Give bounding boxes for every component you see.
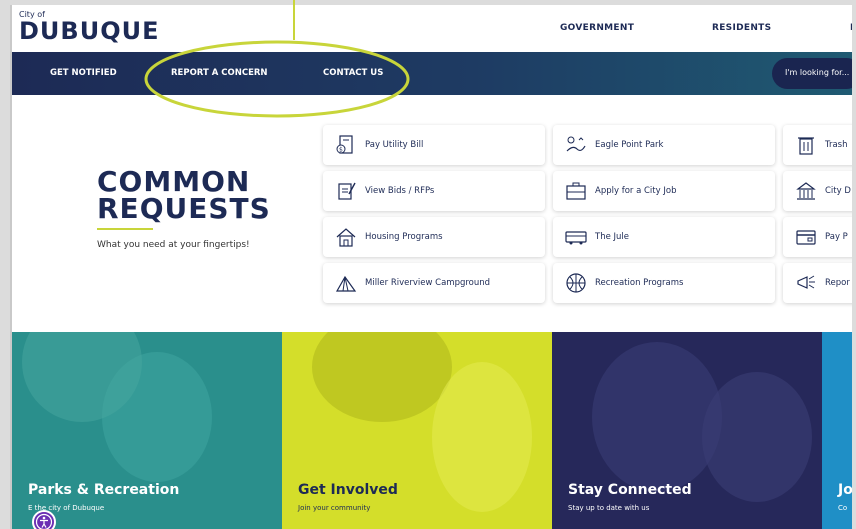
basketball-icon <box>566 273 586 293</box>
bus-icon <box>565 231 587 245</box>
promo-title: Jo <box>838 482 852 498</box>
photo-overlay <box>702 372 812 502</box>
svg-text:$: $ <box>339 147 343 154</box>
nav-more[interactable]: I <box>850 23 852 33</box>
promo-parks-recreation[interactable]: Parks & Recreation E the city of Dubuque <box>12 332 282 529</box>
promo-subtitle: Co <box>838 504 848 512</box>
card-eagle-point-park[interactable]: Eagle Point Park <box>553 125 775 165</box>
briefcase-icon <box>566 182 586 200</box>
title-underline <box>97 228 153 230</box>
browser-viewport: City of DUBUQUE GOVERNMENT RESIDENTS I G… <box>10 5 852 529</box>
promo-title: Parks & Recreation <box>28 482 180 498</box>
promo-subtitle: Join your community <box>298 504 371 512</box>
card-pay-utility-bill[interactable]: $ Pay Utility Bill <box>323 125 545 165</box>
logo-big-text: DUBUQUE <box>19 17 160 45</box>
card-recreation-programs[interactable]: Recreation Programs <box>553 263 775 303</box>
credit-card-icon <box>796 230 816 245</box>
card-pay-parking[interactable]: Pay P <box>783 217 852 257</box>
house-icon <box>336 228 356 247</box>
site-header: City of DUBUQUE GOVERNMENT RESIDENTS I <box>12 5 852 52</box>
bill-icon: $ <box>336 135 353 154</box>
card-view-bids[interactable]: View Bids / RFPs <box>323 171 545 211</box>
card-housing-programs[interactable]: Housing Programs <box>323 217 545 257</box>
photo-overlay <box>312 332 452 422</box>
common-requests-title: COMMON REQUESTS <box>97 165 271 225</box>
promo-subtitle: Stay up to date with us <box>568 504 650 512</box>
card-miller-riverview[interactable]: Miller Riverview Campground <box>323 263 545 303</box>
promo-jobs[interactable]: Jo Co <box>822 332 852 529</box>
get-notified-link[interactable]: GET NOTIFIED <box>50 68 117 78</box>
photo-overlay <box>432 362 532 512</box>
card-the-jule[interactable]: The Jule <box>553 217 775 257</box>
report-concern-link[interactable]: REPORT A CONCERN <box>171 68 268 78</box>
city-hall-icon <box>796 182 816 200</box>
document-pen-icon <box>338 182 356 200</box>
city-logo[interactable]: City of DUBUQUE <box>19 10 159 43</box>
common-requests-subtitle: What you need at your fingertips! <box>97 240 250 250</box>
megaphone-icon <box>797 275 815 289</box>
promo-get-involved[interactable]: Get Involved Join your community <box>282 332 552 529</box>
nav-government[interactable]: GOVERNMENT <box>560 23 634 33</box>
park-icon <box>566 136 586 152</box>
card-apply-city-job[interactable]: Apply for a City Job <box>553 171 775 211</box>
photo-overlay <box>592 342 722 492</box>
search-input[interactable]: I'm looking for... <box>772 58 852 89</box>
tent-icon <box>335 275 357 292</box>
promo-stay-connected[interactable]: Stay Connected Stay up to date with us <box>552 332 822 529</box>
accessibility-icon[interactable] <box>32 510 56 529</box>
promo-title: Stay Connected <box>568 482 692 498</box>
nav-residents[interactable]: RESIDENTS <box>712 23 771 33</box>
contact-us-link[interactable]: CONTACT US <box>323 68 383 78</box>
promo-title: Get Involved <box>298 482 398 498</box>
card-report[interactable]: Repor <box>783 263 852 303</box>
card-city-directory[interactable]: City D <box>783 171 852 211</box>
trash-icon <box>798 137 814 155</box>
utility-navbar: GET NOTIFIED REPORT A CONCERN CONTACT US… <box>12 52 852 95</box>
card-trash[interactable]: Trash <box>783 125 852 165</box>
